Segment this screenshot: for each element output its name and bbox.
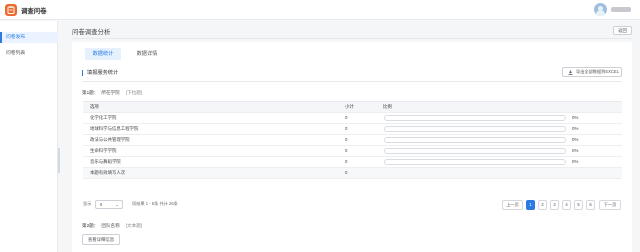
export-label: 导出全部数据到EXCEL bbox=[576, 69, 620, 74]
page-size-value: 5 bbox=[100, 202, 103, 207]
table-row: 生命科学学院 0 0% bbox=[83, 146, 622, 157]
row-option: 化学化工学院 bbox=[90, 115, 117, 120]
page-button-2[interactable]: 2 bbox=[538, 200, 547, 210]
user-avatar[interactable] bbox=[594, 3, 607, 16]
tab-details[interactable]: 数据详情 bbox=[129, 48, 165, 60]
page-button-5[interactable]: 5 bbox=[574, 200, 583, 210]
question-type: [下拉题] bbox=[125, 90, 143, 95]
question-1-heading: 第1题： 所在学院 [下拉题] bbox=[82, 90, 142, 96]
next-page-button[interactable]: 下一页 bbox=[599, 200, 621, 210]
question-number: 第2题： bbox=[82, 223, 99, 228]
page-button-6[interactable]: 6 bbox=[586, 200, 595, 210]
section-title: 填报服务统计 bbox=[82, 70, 118, 76]
row-count: 0 bbox=[345, 148, 348, 153]
ratio-bar bbox=[384, 115, 566, 121]
app-logo bbox=[5, 4, 17, 16]
row-count: 0 bbox=[345, 126, 348, 131]
row-count: 0 bbox=[345, 115, 348, 120]
row-option: 生命科学学院 bbox=[90, 148, 117, 153]
row-count: 0 bbox=[345, 159, 348, 164]
divider bbox=[72, 38, 632, 39]
page-button-1[interactable]: 1 bbox=[526, 200, 535, 210]
row-ratio: 0% bbox=[572, 159, 579, 164]
clipboard-icon bbox=[7, 6, 15, 14]
page-button-3[interactable]: 3 bbox=[550, 200, 559, 210]
column-header-count: 小计 bbox=[345, 104, 354, 109]
export-excel-button[interactable]: 导出全部数据到EXCEL bbox=[562, 67, 622, 77]
show-label: 显示 bbox=[83, 201, 92, 206]
sidebar-scrollbar[interactable] bbox=[58, 148, 60, 173]
download-icon bbox=[568, 70, 573, 75]
table-row: 地球科学与信息工程学院 0 0% bbox=[83, 124, 622, 135]
ratio-bar bbox=[384, 137, 566, 143]
stats-table: 选项 小计 比例 化学化工学院 0 0% 地球科学与信息工程学院 0 0% 政法… bbox=[83, 101, 622, 179]
question-number: 第1题： bbox=[82, 90, 99, 95]
range-text: 项结果 1 - 5条 共计 26条 bbox=[132, 201, 178, 206]
question-type: [文本题] bbox=[125, 223, 143, 228]
row-option: 地球科学与信息工程学院 bbox=[90, 126, 139, 131]
analysis-panel: 数据统计 数据详情 填报服务统计 导出全部数据到EXCEL 第1题： 所在学院 [下… bbox=[72, 42, 632, 252]
app-title: 调查问卷 bbox=[21, 8, 47, 15]
question-text: 团队名称 bbox=[101, 223, 120, 228]
question-2-heading: 第2题： 团队名称 [文本题] bbox=[82, 223, 142, 229]
row-count: 0 bbox=[345, 137, 348, 142]
question-text: 所在学院 bbox=[101, 90, 120, 95]
prev-page-button[interactable]: 上一页 bbox=[502, 200, 523, 210]
row-option: 政法与公共管理学院 bbox=[90, 137, 130, 142]
ratio-bar bbox=[384, 126, 566, 132]
table-row: 政法与公共管理学院 0 0% bbox=[83, 135, 622, 146]
sidebar-item-publish[interactable]: 问卷发布 bbox=[0, 32, 58, 43]
row-option: 音乐与舞蹈学院 bbox=[90, 159, 121, 164]
table-row: 化学化工学院 0 0% bbox=[83, 113, 622, 124]
chevron-down-icon: ⌄ bbox=[115, 202, 119, 207]
table-row: 音乐与舞蹈学院 0 0% bbox=[83, 157, 622, 168]
row-ratio: 0% bbox=[572, 115, 579, 120]
ratio-bar bbox=[384, 159, 566, 165]
table-header-row: 选项 小计 比例 bbox=[83, 102, 622, 113]
row-ratio: 0% bbox=[572, 137, 579, 142]
return-button[interactable]: 返回 bbox=[613, 26, 632, 35]
column-header-ratio: 比例 bbox=[383, 104, 392, 109]
view-details-button[interactable]: 查看详细信息 bbox=[82, 234, 120, 245]
sidebar-item-list[interactable]: 问卷列表 bbox=[0, 48, 58, 59]
top-header: 调查问卷 bbox=[0, 0, 640, 20]
table-total-row: 本题有效填写人次 0 bbox=[83, 168, 622, 179]
total-label: 本题有效填写人次 bbox=[90, 170, 126, 175]
page-title: 问卷调查分析 bbox=[72, 29, 111, 36]
page-size-select[interactable]: 5 ⌄ bbox=[95, 200, 123, 209]
divider bbox=[82, 81, 622, 82]
column-header-option: 选项 bbox=[90, 104, 99, 109]
total-value: 0 bbox=[345, 170, 348, 175]
ratio-bar bbox=[384, 148, 566, 154]
tab-statistics[interactable]: 数据统计 bbox=[85, 48, 121, 60]
row-ratio: 0% bbox=[572, 148, 579, 153]
row-ratio: 0% bbox=[572, 126, 579, 131]
username-placeholder[interactable] bbox=[611, 7, 631, 12]
page-button-4[interactable]: 4 bbox=[562, 200, 571, 210]
sidebar: 问卷发布 问卷列表 bbox=[0, 21, 58, 252]
